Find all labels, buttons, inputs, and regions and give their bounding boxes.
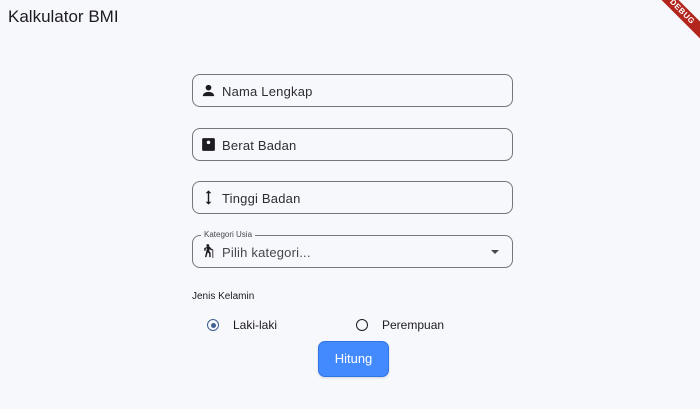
radio-female[interactable]: Perempuan (356, 317, 444, 333)
radio-female-label: Perempuan (382, 318, 445, 332)
height-arrows-icon (200, 189, 217, 206)
radio-female-circle[interactable] (356, 319, 368, 331)
dropdown-arrow-icon (491, 250, 499, 254)
height-field[interactable]: Tinggi Badan (192, 181, 513, 214)
height-field-label: Tinggi Badan (222, 191, 301, 206)
name-field-label: Nama Lengkap (222, 84, 313, 99)
scale-icon (200, 136, 217, 153)
person-icon (200, 82, 217, 99)
age-category-dropdown[interactable]: Kategori Usia Pilih kategori... (192, 230, 513, 268)
weight-field[interactable]: Berat Badan (192, 128, 513, 161)
app-bar: Kalkulator BMI (0, 0, 700, 36)
calculate-button[interactable]: Hitung (318, 341, 389, 377)
age-category-placeholder: Pilih kategori... (222, 245, 311, 260)
weight-field-label: Berat Badan (222, 138, 297, 153)
app-title: Kalkulator BMI (8, 7, 119, 26)
name-field[interactable]: Nama Lengkap (192, 74, 513, 107)
hiking-person-icon (200, 243, 217, 260)
radio-male[interactable]: Laki-laki (207, 317, 277, 333)
radio-male-circle[interactable] (207, 319, 219, 331)
age-category-legend: Kategori Usia (201, 230, 256, 239)
gender-label: Jenis Kelamin (192, 291, 255, 302)
radio-male-label: Laki-laki (233, 318, 278, 332)
